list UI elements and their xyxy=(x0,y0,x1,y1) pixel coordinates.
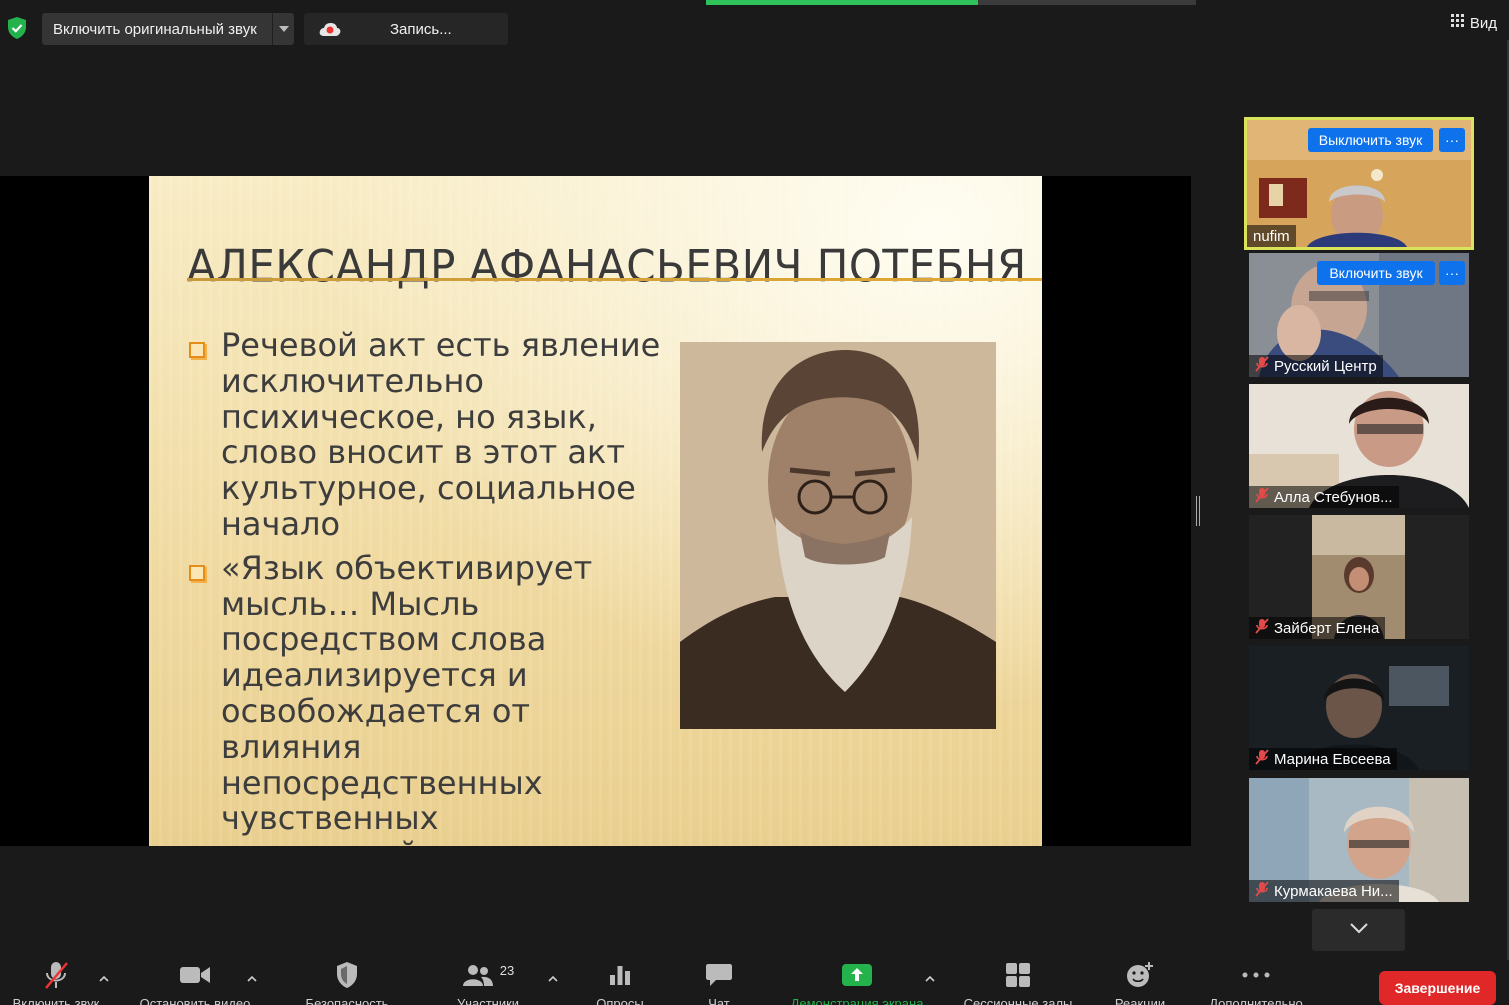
video-label: Остановить видео xyxy=(139,996,251,1005)
participant-name: Зайберт Елена xyxy=(1249,617,1386,639)
resize-handle[interactable] xyxy=(1196,496,1200,526)
muted-mic-icon xyxy=(1255,749,1269,769)
mute-participant-button[interactable]: Выключить звук xyxy=(1308,128,1433,152)
recording-indicator[interactable]: Запись... xyxy=(304,13,508,45)
reactions-button[interactable]: Реакции xyxy=(1108,960,1172,1005)
participant-name: Курмакаева Ни... xyxy=(1249,880,1399,902)
original-sound-button[interactable]: Включить оригинальный звук xyxy=(42,13,294,45)
recording-label: Запись... xyxy=(390,20,452,38)
cloud-record-icon xyxy=(318,20,341,38)
original-sound-label: Включить оригинальный звук xyxy=(53,20,257,38)
rooms-label: Сессионные залы xyxy=(963,996,1073,1005)
scroll-down-button[interactable] xyxy=(1312,909,1405,951)
chevron-down-icon[interactable] xyxy=(272,13,294,45)
bullet-text: Речевой акт есть явление исключительно п… xyxy=(221,326,661,543)
bar-chart-icon xyxy=(608,960,632,990)
participant-name: Русский Центр xyxy=(1249,355,1383,377)
more-button[interactable]: Дополнительно xyxy=(1198,960,1314,1005)
participant-name-label: Русский Центр xyxy=(1274,357,1377,375)
share-indicator-bar xyxy=(706,0,978,5)
chat-bubble-icon xyxy=(705,960,733,990)
participant-name: nufim xyxy=(1247,225,1296,247)
slide-bullet: «Язык объективирует мысль… Мысль посредс… xyxy=(189,548,669,846)
participant-name-label: nufim xyxy=(1253,227,1290,245)
shared-screen[interactable]: АЛЕКСАНДР АФАНАСЬЕВИЧ ПОТЕБНЯ Речевой ак… xyxy=(0,176,1191,846)
security-button[interactable]: Безопасность xyxy=(297,960,397,1005)
slide-bullet: Речевой акт есть явление исключительно п… xyxy=(189,326,669,543)
portrait-photo xyxy=(680,342,996,729)
participant-tile[interactable]: Курмакаева Ни... xyxy=(1249,778,1469,902)
participants-count: 23 xyxy=(499,962,515,978)
participants-icon: 23 xyxy=(462,960,514,990)
chevron-down-icon xyxy=(1349,921,1369,939)
bullet-square-icon xyxy=(189,564,205,581)
muted-mic-icon xyxy=(1255,356,1269,376)
chevron-up-icon[interactable] xyxy=(924,971,936,982)
grid-icon xyxy=(1450,14,1465,32)
share-screen-icon xyxy=(841,960,873,990)
participant-name-label: Курмакаева Ни... xyxy=(1274,882,1393,900)
title-underline xyxy=(187,278,1042,281)
participant-name-label: Марина Евсеева xyxy=(1274,750,1391,768)
participant-name-label: Зайберт Елена xyxy=(1274,619,1380,637)
muted-mic-icon xyxy=(43,960,69,990)
ellipsis-icon xyxy=(1242,960,1270,990)
participant-tile[interactable]: Зайберт Елена xyxy=(1249,515,1469,639)
stop-video-button[interactable]: Остановить видео xyxy=(130,960,260,1005)
presentation-slide: АЛЕКСАНДР АФАНАСЬЕВИЧ ПОТЕБНЯ Речевой ак… xyxy=(149,176,1042,846)
participant-tile[interactable]: Марина Евсеева xyxy=(1249,646,1469,770)
breakout-rooms-button[interactable]: Сессионные залы xyxy=(955,960,1081,1005)
end-meeting-button[interactable]: Завершение xyxy=(1379,971,1496,1005)
participants-button[interactable]: 23 Участники xyxy=(448,960,528,1005)
more-options-button[interactable]: ··· xyxy=(1439,261,1465,285)
participant-tile[interactable]: Выключить звук ··· nufim xyxy=(1244,117,1474,250)
polls-label: Опросы xyxy=(596,996,644,1005)
chat-label: Чат xyxy=(708,996,730,1005)
unmute-participant-button[interactable]: Включить звук xyxy=(1317,261,1435,285)
share-label: Демонстрация экрана xyxy=(790,996,924,1005)
security-label: Безопасность xyxy=(305,996,389,1005)
bullet-square-icon xyxy=(189,342,205,358)
muted-mic-icon xyxy=(1255,881,1269,901)
breakout-rooms-icon xyxy=(1005,960,1031,990)
shield-icon xyxy=(335,960,359,990)
participant-name-label: Алла Стебунов... xyxy=(1274,488,1393,506)
more-options-button[interactable]: ··· xyxy=(1439,128,1465,152)
mute-label: Включить звук xyxy=(12,996,100,1005)
smiley-plus-icon xyxy=(1125,960,1155,990)
view-button[interactable]: Вид xyxy=(1450,14,1497,32)
slide-bullets: Речевой акт есть явление исключительно п… xyxy=(189,326,669,846)
encryption-shield-icon[interactable] xyxy=(6,16,28,40)
chevron-up-icon[interactable] xyxy=(246,971,258,982)
share-indicator-bar-rest xyxy=(978,0,1196,5)
participant-name: Марина Евсеева xyxy=(1249,748,1397,770)
chat-button[interactable]: Чат xyxy=(699,960,739,1005)
muted-mic-icon xyxy=(1255,618,1269,638)
participants-label: Участники xyxy=(456,996,520,1005)
muted-mic-icon xyxy=(1255,487,1269,507)
video-camera-icon xyxy=(179,960,211,990)
participant-tile[interactable]: Алла Стебунов... xyxy=(1249,384,1469,508)
more-label: Дополнительно xyxy=(1209,996,1303,1005)
meeting-toolbar: Включить звук Остановить видео Безопасно… xyxy=(0,955,1509,1005)
participant-tile[interactable]: Включить звук ··· Русский Центр xyxy=(1249,253,1469,377)
mute-button[interactable]: Включить звук xyxy=(5,960,107,1005)
polls-button[interactable]: Опросы xyxy=(590,960,650,1005)
slide-title: АЛЕКСАНДР АФАНАСЬЕВИЧ ПОТЕБНЯ xyxy=(187,240,1027,293)
chevron-up-icon[interactable] xyxy=(547,971,559,982)
bullet-text: «Язык объективирует мысль… Мысль посредс… xyxy=(221,548,593,846)
share-screen-button[interactable]: Демонстрация экрана xyxy=(776,960,938,1005)
chevron-up-icon[interactable] xyxy=(98,971,110,982)
participant-name: Алла Стебунов... xyxy=(1249,486,1399,508)
reactions-label: Реакции xyxy=(1114,996,1166,1005)
view-label: Вид xyxy=(1469,14,1497,32)
